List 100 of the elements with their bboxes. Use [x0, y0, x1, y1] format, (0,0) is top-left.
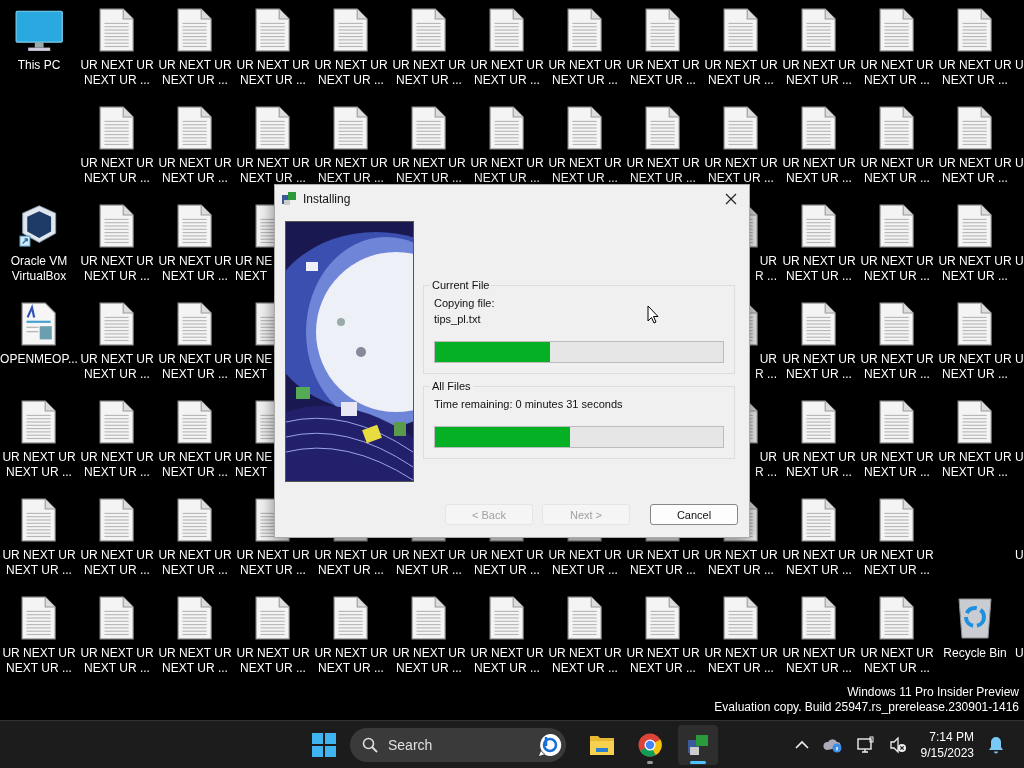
file-name-label[interactable]: UR NEXT UR NEXT UR ...	[390, 58, 468, 88]
file-name-label[interactable]: UR NEXT UR NEXT UR ...	[936, 254, 1014, 284]
text-file-icon[interactable]	[489, 106, 525, 150]
file-name-label[interactable]: UR NEXT UR NEXT UR ...	[468, 58, 546, 88]
file-name-label[interactable]: U	[1014, 352, 1024, 367]
file-name-label[interactable]: UR NEXT UR NEXT UR ...	[0, 548, 78, 578]
text-file-icon[interactable]	[723, 596, 759, 640]
text-file-icon[interactable]	[177, 106, 213, 150]
file-name-label[interactable]: U	[1014, 646, 1024, 661]
search-input[interactable]: Search	[386, 735, 530, 754]
text-file-icon[interactable]	[567, 596, 603, 640]
file-name-label[interactable]: UR NEXT UR NEXT UR ...	[156, 58, 234, 88]
file-name-label[interactable]: This PC	[0, 58, 78, 73]
text-file-icon[interactable]	[879, 204, 915, 248]
file-name-label[interactable]: UR NEXT UR NEXT UR ...	[156, 254, 234, 284]
text-file-icon[interactable]	[489, 8, 525, 52]
file-name-label[interactable]: UR NEXT UR NEXT UR ...	[234, 548, 312, 578]
file-name-label[interactable]: UR NEXT UR NEXT UR ...	[156, 352, 234, 382]
file-name-label[interactable]: UR NEXT UR NEXT UR ...	[702, 58, 780, 88]
file-name-label[interactable]: U	[1014, 254, 1024, 269]
text-file-icon[interactable]	[801, 498, 837, 542]
text-file-icon[interactable]	[801, 106, 837, 150]
file-name-label[interactable]: UR NEXT UR NEXT UR ...	[78, 450, 156, 480]
file-name-label[interactable]: UR NEXT UR NEXT UR ...	[624, 156, 702, 186]
file-name-label[interactable]: UR NEXT UR NEXT UR ...	[78, 254, 156, 284]
text-file-icon[interactable]	[957, 8, 993, 52]
text-file-icon[interactable]	[801, 8, 837, 52]
text-file-icon[interactable]	[957, 204, 993, 248]
file-name-label[interactable]: UR NEXT UR NEXT UR ...	[546, 58, 624, 88]
file-name-label[interactable]: UR NEXT UR NEXT UR ...	[468, 156, 546, 186]
cloud-icon[interactable]	[822, 736, 843, 753]
file-name-label[interactable]: Recycle Bin	[936, 646, 1014, 661]
file-name-label[interactable]: Oracle VM VirtualBox	[0, 254, 78, 284]
text-file-icon[interactable]	[177, 596, 213, 640]
start-icon[interactable]	[312, 732, 336, 757]
file-name-label[interactable]: UR NEXT UR NEXT UR ...	[702, 646, 780, 676]
text-file-icon[interactable]	[411, 106, 447, 150]
text-file-icon[interactable]	[99, 8, 135, 52]
file-name-label[interactable]: UR NEXT UR NEXT UR ...	[624, 548, 702, 578]
bell-icon[interactable]	[988, 735, 1004, 754]
file-name-label[interactable]: UR NEXT UR NEXT UR ...	[156, 450, 234, 480]
file-name-label[interactable]: UR NEXT UR NEXT UR ...	[858, 450, 936, 480]
file-name-label[interactable]: UR NEXT UR NEXT UR ...	[858, 58, 936, 88]
file-name-label[interactable]: UR NEXT UR NEXT UR ...	[936, 58, 1014, 88]
file-name-label[interactable]: UR NEXT UR NEXT UR ...	[780, 254, 858, 284]
file-name-label[interactable]: UR NEXT UR NEXT UR ...	[858, 548, 936, 578]
text-file-icon[interactable]	[255, 106, 291, 150]
text-file-icon[interactable]	[489, 596, 525, 640]
text-file-icon[interactable]	[879, 106, 915, 150]
file-name-label[interactable]: UR NEXT UR NEXT UR ...	[78, 352, 156, 382]
file-name-label[interactable]: UR NEXT UR NEXT UR ...	[780, 646, 858, 676]
file-name-label[interactable]: UR NEXT UR NEXT UR ...	[312, 646, 390, 676]
file-name-label[interactable]: UR NEXT UR NEXT UR ...	[468, 548, 546, 578]
text-file-icon[interactable]	[99, 204, 135, 248]
file-name-label[interactable]: UR NEXT UR NEXT UR ...	[234, 156, 312, 186]
file-name-label[interactable]: UR NEXT UR NEXT UR ...	[624, 58, 702, 88]
text-file-icon[interactable]	[567, 106, 603, 150]
text-file-icon[interactable]	[333, 8, 369, 52]
file-name-label[interactable]: UR NEXT UR NEXT UR ...	[312, 156, 390, 186]
file-name-label[interactable]: U	[1014, 156, 1024, 171]
file-name-label[interactable]: UR NEXT UR NEXT UR ...	[234, 646, 312, 676]
file-name-label[interactable]: UR NEXT UR NEXT UR ...	[936, 352, 1014, 382]
text-file-icon[interactable]	[99, 400, 135, 444]
text-file-icon[interactable]	[801, 302, 837, 346]
text-file-icon[interactable]	[723, 106, 759, 150]
file-name-label[interactable]: UR NEXT UR NEXT UR ...	[702, 156, 780, 186]
recycle-bin-icon[interactable]	[957, 596, 993, 640]
text-file-icon[interactable]	[21, 596, 57, 640]
file-name-label[interactable]: U	[1014, 450, 1024, 465]
file-name-label[interactable]: UR NEXT UR NEXT UR ...	[546, 156, 624, 186]
text-file-icon[interactable]	[411, 596, 447, 640]
file-name-label[interactable]: UR NEXT UR NEXT UR ...	[858, 646, 936, 676]
document-icon[interactable]	[21, 302, 57, 346]
text-file-icon[interactable]	[957, 302, 993, 346]
chat-bubble-icon[interactable]	[538, 732, 562, 757]
file-name-label[interactable]: UR NEXT UR NEXT UR ...	[312, 548, 390, 578]
text-file-icon[interactable]	[99, 596, 135, 640]
file-name-label[interactable]: UR NEXT UR NEXT UR ...	[780, 58, 858, 88]
search-bar[interactable]: Search	[350, 727, 566, 762]
text-file-icon[interactable]	[879, 498, 915, 542]
text-file-icon[interactable]	[177, 8, 213, 52]
file-name-label[interactable]: UR NEXT UR NEXT UR ...	[858, 254, 936, 284]
file-name-label[interactable]: UR NEXT UR NEXT UR ...	[312, 58, 390, 88]
text-file-icon[interactable]	[957, 400, 993, 444]
file-name-label[interactable]: UR NEXT UR NEXT UR ...	[390, 156, 468, 186]
speaker-muted-icon[interactable]	[888, 735, 907, 754]
file-name-label[interactable]: U	[1014, 58, 1024, 73]
file-name-label[interactable]: UR NEXT UR NEXT UR ...	[780, 352, 858, 382]
file-name-label[interactable]: UR NEXT UR NEXT UR ...	[858, 352, 936, 382]
text-file-icon[interactable]	[255, 8, 291, 52]
file-name-label[interactable]: UR NEXT UR NEXT UR ...	[390, 646, 468, 676]
text-file-icon[interactable]	[879, 302, 915, 346]
chevron-up-icon[interactable]	[794, 739, 809, 750]
text-file-icon[interactable]	[21, 400, 57, 444]
text-file-icon[interactable]	[177, 498, 213, 542]
file-name-label[interactable]: UR NEXT UR NEXT UR ...	[390, 548, 468, 578]
text-file-icon[interactable]	[879, 400, 915, 444]
text-file-icon[interactable]	[801, 400, 837, 444]
file-name-label[interactable]: UR NEXT UR NEXT UR ...	[546, 548, 624, 578]
file-name-label[interactable]: UR NEXT UR NEXT UR ...	[156, 646, 234, 676]
